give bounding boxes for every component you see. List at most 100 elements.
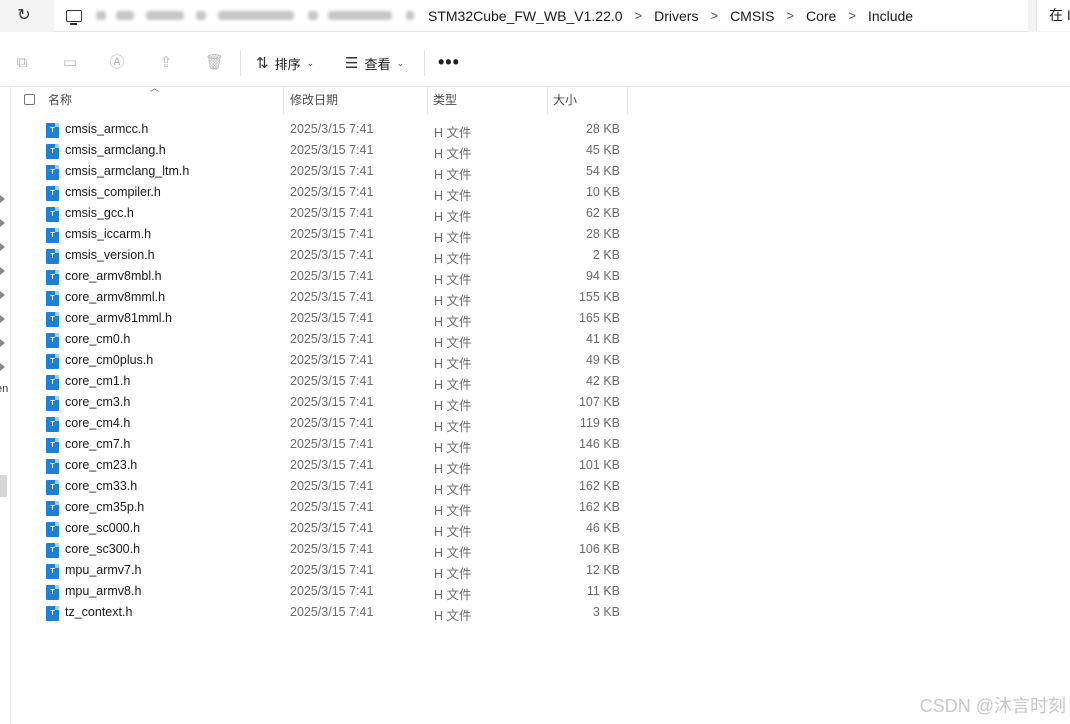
share-icon[interactable]: ⇪ bbox=[157, 54, 175, 72]
refresh-icon[interactable]: ↻ bbox=[14, 6, 34, 26]
file-modified-date: 2025/3/15 7:41 bbox=[290, 311, 374, 325]
file-row[interactable]: mpu_armv7.h 2025/3/15 7:41 H 文件 12 KB bbox=[0, 561, 1070, 582]
file-name: core_cm7.h bbox=[65, 437, 131, 451]
file-type: H 文件 bbox=[434, 315, 472, 329]
file-name: core_armv8mbl.h bbox=[65, 269, 162, 283]
file-type: H 文件 bbox=[434, 504, 472, 518]
file-row[interactable]: core_cm0.h 2025/3/15 7:41 H 文件 41 KB bbox=[0, 330, 1070, 351]
file-row[interactable]: core_armv81mml.h 2025/3/15 7:41 H 文件 165 KB bbox=[0, 309, 1070, 330]
file-name: core_sc300.h bbox=[65, 542, 141, 556]
file-name: cmsis_armcc.h bbox=[65, 122, 149, 136]
column-date[interactable]: 修改日期 bbox=[290, 87, 338, 114]
rename-icon[interactable]: Ⓐ bbox=[108, 54, 126, 72]
header-file-icon bbox=[46, 564, 59, 579]
file-row[interactable]: tz_context.h 2025/3/15 7:41 H 文件 3 KB bbox=[0, 603, 1070, 624]
header-file-icon bbox=[46, 375, 59, 390]
column-header: ︿ 名称 修改日期 类型 大小 bbox=[10, 83, 1070, 114]
file-modified-date: 2025/3/15 7:41 bbox=[290, 206, 374, 220]
file-modified-date: 2025/3/15 7:41 bbox=[290, 353, 374, 367]
file-row[interactable]: core_cm4.h 2025/3/15 7:41 H 文件 119 KB bbox=[0, 414, 1070, 435]
blurred-crumb bbox=[406, 11, 414, 20]
column-divider[interactable] bbox=[547, 87, 548, 114]
column-divider[interactable] bbox=[427, 87, 428, 114]
address-bar-row: ↻ STM32Cube_FW_WB_V1.22.0 > Drivers > CM… bbox=[0, 0, 1070, 32]
column-divider[interactable] bbox=[627, 87, 628, 114]
header-file-icon bbox=[46, 480, 59, 495]
breadcrumb[interactable]: STM32Cube_FW_WB_V1.22.0 > Drivers > CMSI… bbox=[54, 0, 1028, 32]
file-modified-date: 2025/3/15 7:41 bbox=[290, 395, 374, 409]
header-file-icon bbox=[46, 459, 59, 474]
crumb-drivers[interactable]: Drivers bbox=[654, 8, 698, 24]
file-row[interactable]: cmsis_armclang.h 2025/3/15 7:41 H 文件 45 KB bbox=[0, 141, 1070, 162]
file-modified-date: 2025/3/15 7:41 bbox=[290, 563, 374, 577]
sort-label: 排序 bbox=[274, 56, 301, 72]
blurred-crumb bbox=[196, 11, 206, 20]
column-type[interactable]: 类型 bbox=[433, 87, 457, 114]
column-size[interactable]: 大小 bbox=[553, 87, 577, 114]
select-all-checkbox[interactable] bbox=[24, 94, 35, 105]
header-file-icon bbox=[46, 438, 59, 453]
file-modified-date: 2025/3/15 7:41 bbox=[290, 542, 374, 556]
file-name: core_armv8mml.h bbox=[65, 290, 166, 304]
file-row[interactable]: core_armv8mml.h 2025/3/15 7:41 H 文件 155 KB bbox=[0, 288, 1070, 309]
header-file-icon bbox=[46, 270, 59, 285]
delete-icon[interactable]: 🗑 bbox=[205, 54, 224, 72]
file-row[interactable]: cmsis_armcc.h 2025/3/15 7:41 H 文件 28 KB bbox=[0, 120, 1070, 141]
header-file-icon bbox=[46, 165, 59, 180]
file-row[interactable]: core_cm35p.h 2025/3/15 7:41 H 文件 162 KB bbox=[0, 498, 1070, 519]
file-name: cmsis_iccarm.h bbox=[65, 227, 152, 241]
file-type: H 文件 bbox=[434, 378, 472, 392]
file-row[interactable]: core_cm3.h 2025/3/15 7:41 H 文件 107 KB bbox=[0, 393, 1070, 414]
header-file-icon bbox=[46, 354, 59, 369]
column-divider[interactable] bbox=[283, 87, 284, 114]
this-pc-icon[interactable] bbox=[66, 9, 82, 25]
column-name[interactable]: 名称 bbox=[48, 87, 72, 114]
file-row[interactable]: cmsis_iccarm.h 2025/3/15 7:41 H 文件 28 KB bbox=[0, 225, 1070, 246]
file-row[interactable]: cmsis_gcc.h 2025/3/15 7:41 H 文件 62 KB bbox=[0, 204, 1070, 225]
file-size: 12 KB bbox=[585, 563, 620, 577]
file-name: core_cm33.h bbox=[65, 479, 138, 493]
file-row[interactable]: cmsis_compiler.h 2025/3/15 7:41 H 文件 10 KB bbox=[0, 183, 1070, 204]
paste-icon[interactable]: ▭ bbox=[61, 54, 79, 72]
file-size: 107 KB bbox=[578, 395, 620, 409]
file-modified-date: 2025/3/15 7:41 bbox=[290, 521, 374, 535]
chevron-down-icon: ⌄ bbox=[306, 57, 315, 68]
file-type: H 文件 bbox=[434, 336, 472, 350]
more-options-button[interactable]: ••• bbox=[438, 52, 460, 72]
file-modified-date: 2025/3/15 7:41 bbox=[290, 290, 374, 304]
file-row[interactable]: core_cm0plus.h 2025/3/15 7:41 H 文件 49 KB bbox=[0, 351, 1070, 372]
file-size: 49 KB bbox=[585, 353, 620, 367]
header-file-icon bbox=[46, 522, 59, 537]
file-row[interactable]: core_cm33.h 2025/3/15 7:41 H 文件 162 KB bbox=[0, 477, 1070, 498]
file-modified-date: 2025/3/15 7:41 bbox=[290, 437, 374, 451]
file-row[interactable]: cmsis_armclang_ltm.h 2025/3/15 7:41 H 文件 54… bbox=[0, 162, 1070, 183]
header-file-icon bbox=[46, 396, 59, 411]
crumb-firmware[interactable]: STM32Cube_FW_WB_V1.22.0 bbox=[428, 8, 623, 24]
file-modified-date: 2025/3/15 7:41 bbox=[290, 605, 374, 619]
copy-icon[interactable]: ⧉ bbox=[13, 54, 31, 72]
file-row[interactable]: core_armv8mbl.h 2025/3/15 7:41 H 文件 94 KB bbox=[0, 267, 1070, 288]
blurred-crumb bbox=[218, 11, 294, 20]
sort-button[interactable]: ⇅ 排序 ⌄ bbox=[256, 52, 314, 74]
file-size: 28 KB bbox=[585, 227, 620, 241]
crumb-core[interactable]: Core bbox=[806, 8, 836, 24]
file-row[interactable]: core_sc300.h 2025/3/15 7:41 H 文件 106 KB bbox=[0, 540, 1070, 561]
file-row[interactable]: cmsis_version.h 2025/3/15 7:41 H 文件 2 KB bbox=[0, 246, 1070, 267]
file-modified-date: 2025/3/15 7:41 bbox=[290, 122, 374, 136]
crumb-include[interactable]: Include bbox=[868, 8, 913, 24]
file-row[interactable]: mpu_armv8.h 2025/3/15 7:41 H 文件 11 KB bbox=[0, 582, 1070, 603]
file-modified-date: 2025/3/15 7:41 bbox=[290, 164, 374, 178]
chevron-right-icon: > bbox=[634, 8, 643, 23]
file-size: 28 KB bbox=[585, 122, 620, 136]
file-type: H 文件 bbox=[434, 273, 472, 287]
file-size: 119 KB bbox=[579, 416, 620, 430]
file-size: 10 KB bbox=[585, 185, 620, 199]
file-row[interactable]: core_sc000.h 2025/3/15 7:41 H 文件 46 KB bbox=[0, 519, 1070, 540]
view-button[interactable]: ☰ 查看 ⌄ bbox=[345, 52, 404, 74]
file-row[interactable]: core_cm7.h 2025/3/15 7:41 H 文件 146 KB bbox=[0, 435, 1070, 456]
search-input[interactable]: 在 I bbox=[1036, 0, 1070, 31]
file-row[interactable]: core_cm23.h 2025/3/15 7:41 H 文件 101 KB bbox=[0, 456, 1070, 477]
file-row[interactable]: core_cm1.h 2025/3/15 7:41 H 文件 42 KB bbox=[0, 372, 1070, 393]
header-file-icon bbox=[46, 207, 59, 222]
crumb-cmsis[interactable]: CMSIS bbox=[730, 8, 774, 24]
